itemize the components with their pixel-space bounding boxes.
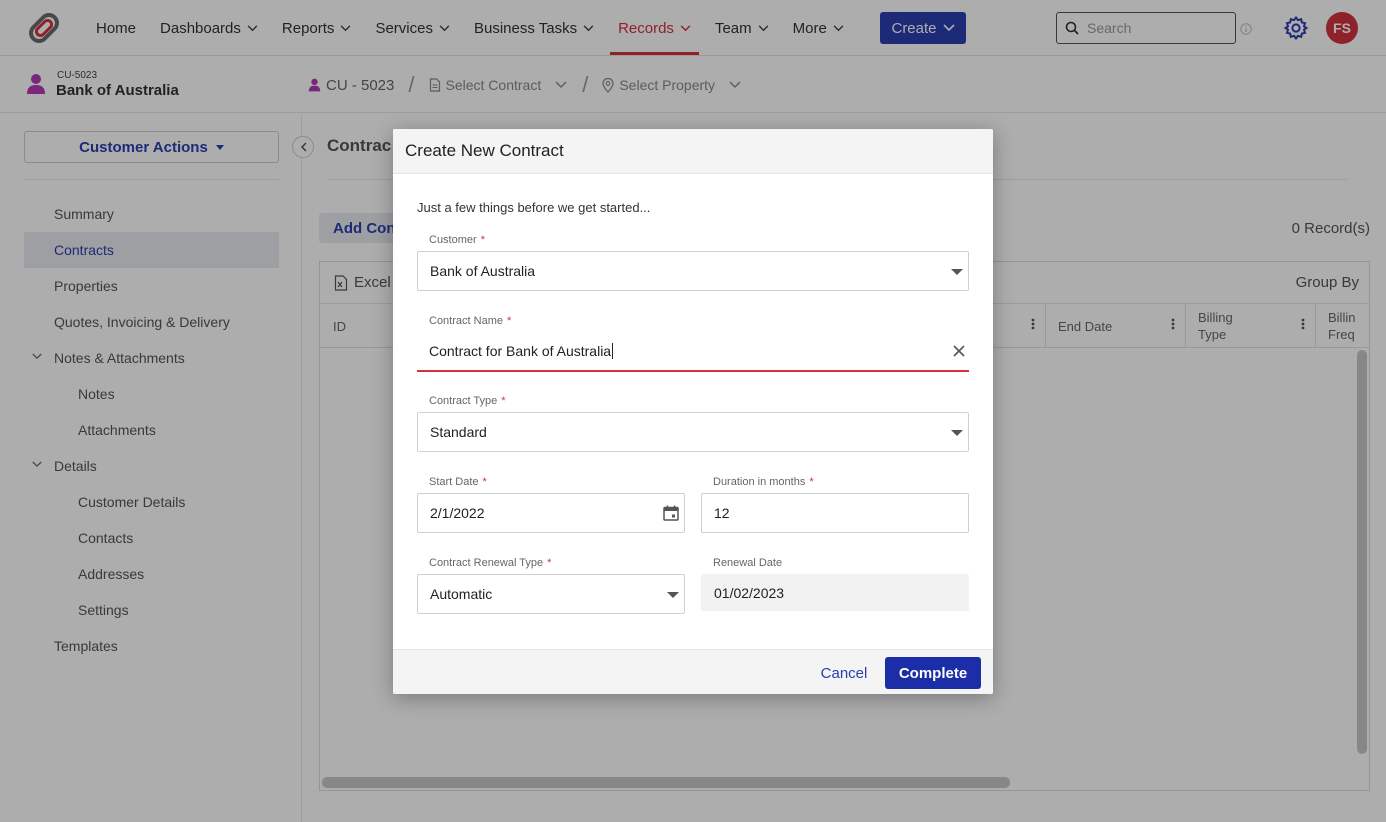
duration-value: 12 — [714, 505, 730, 521]
start-date-input[interactable]: 2/1/2022 — [417, 493, 685, 533]
complete-button[interactable]: Complete — [885, 657, 981, 689]
contract-name-input[interactable]: Contract for Bank of Australia — [417, 332, 969, 372]
customer-field-label: Customer * — [429, 234, 485, 246]
contract-type-value: Standard — [430, 424, 487, 440]
calendar-icon[interactable] — [662, 504, 680, 522]
renewal-date-field-label: Renewal Date — [713, 557, 783, 569]
renewal-type-value: Automatic — [430, 586, 493, 602]
dialog-intro-text: Just a few things before we get started.… — [417, 200, 651, 215]
dialog-title: Create New Contract — [405, 141, 564, 160]
renewal-date-field: 01/02/2023 — [701, 574, 969, 611]
dialog-footer: Cancel Complete — [393, 649, 993, 694]
renewal-date-value: 01/02/2023 — [714, 584, 785, 601]
cancel-button[interactable]: Cancel — [809, 658, 879, 688]
clear-icon[interactable] — [951, 343, 967, 359]
duration-field-label: Duration in months * — [713, 476, 814, 488]
contract-name-value: Contract for Bank of Australia — [429, 343, 614, 359]
contract-type-select[interactable]: Standard — [417, 412, 969, 452]
dialog-header: Create New Contract — [393, 129, 993, 174]
contract-name-field-label: Contract Name * — [429, 315, 512, 327]
renewal-type-select[interactable]: Automatic — [417, 574, 685, 614]
contract-type-field-label: Contract Type * — [429, 395, 506, 407]
duration-input[interactable]: 12 — [701, 493, 969, 533]
create-contract-dialog: Create New Contract Just a few things be… — [393, 129, 993, 694]
start-date-field-label: Start Date * — [429, 476, 487, 488]
dropdown-arrow-icon — [951, 269, 963, 275]
dropdown-arrow-icon — [951, 430, 963, 436]
customer-select[interactable]: Bank of Australia — [417, 251, 969, 291]
renewal-type-field-label: Contract Renewal Type * — [429, 557, 552, 569]
start-date-value: 2/1/2022 — [430, 505, 485, 521]
customer-select-value: Bank of Australia — [430, 263, 536, 279]
dropdown-arrow-icon — [667, 592, 679, 598]
